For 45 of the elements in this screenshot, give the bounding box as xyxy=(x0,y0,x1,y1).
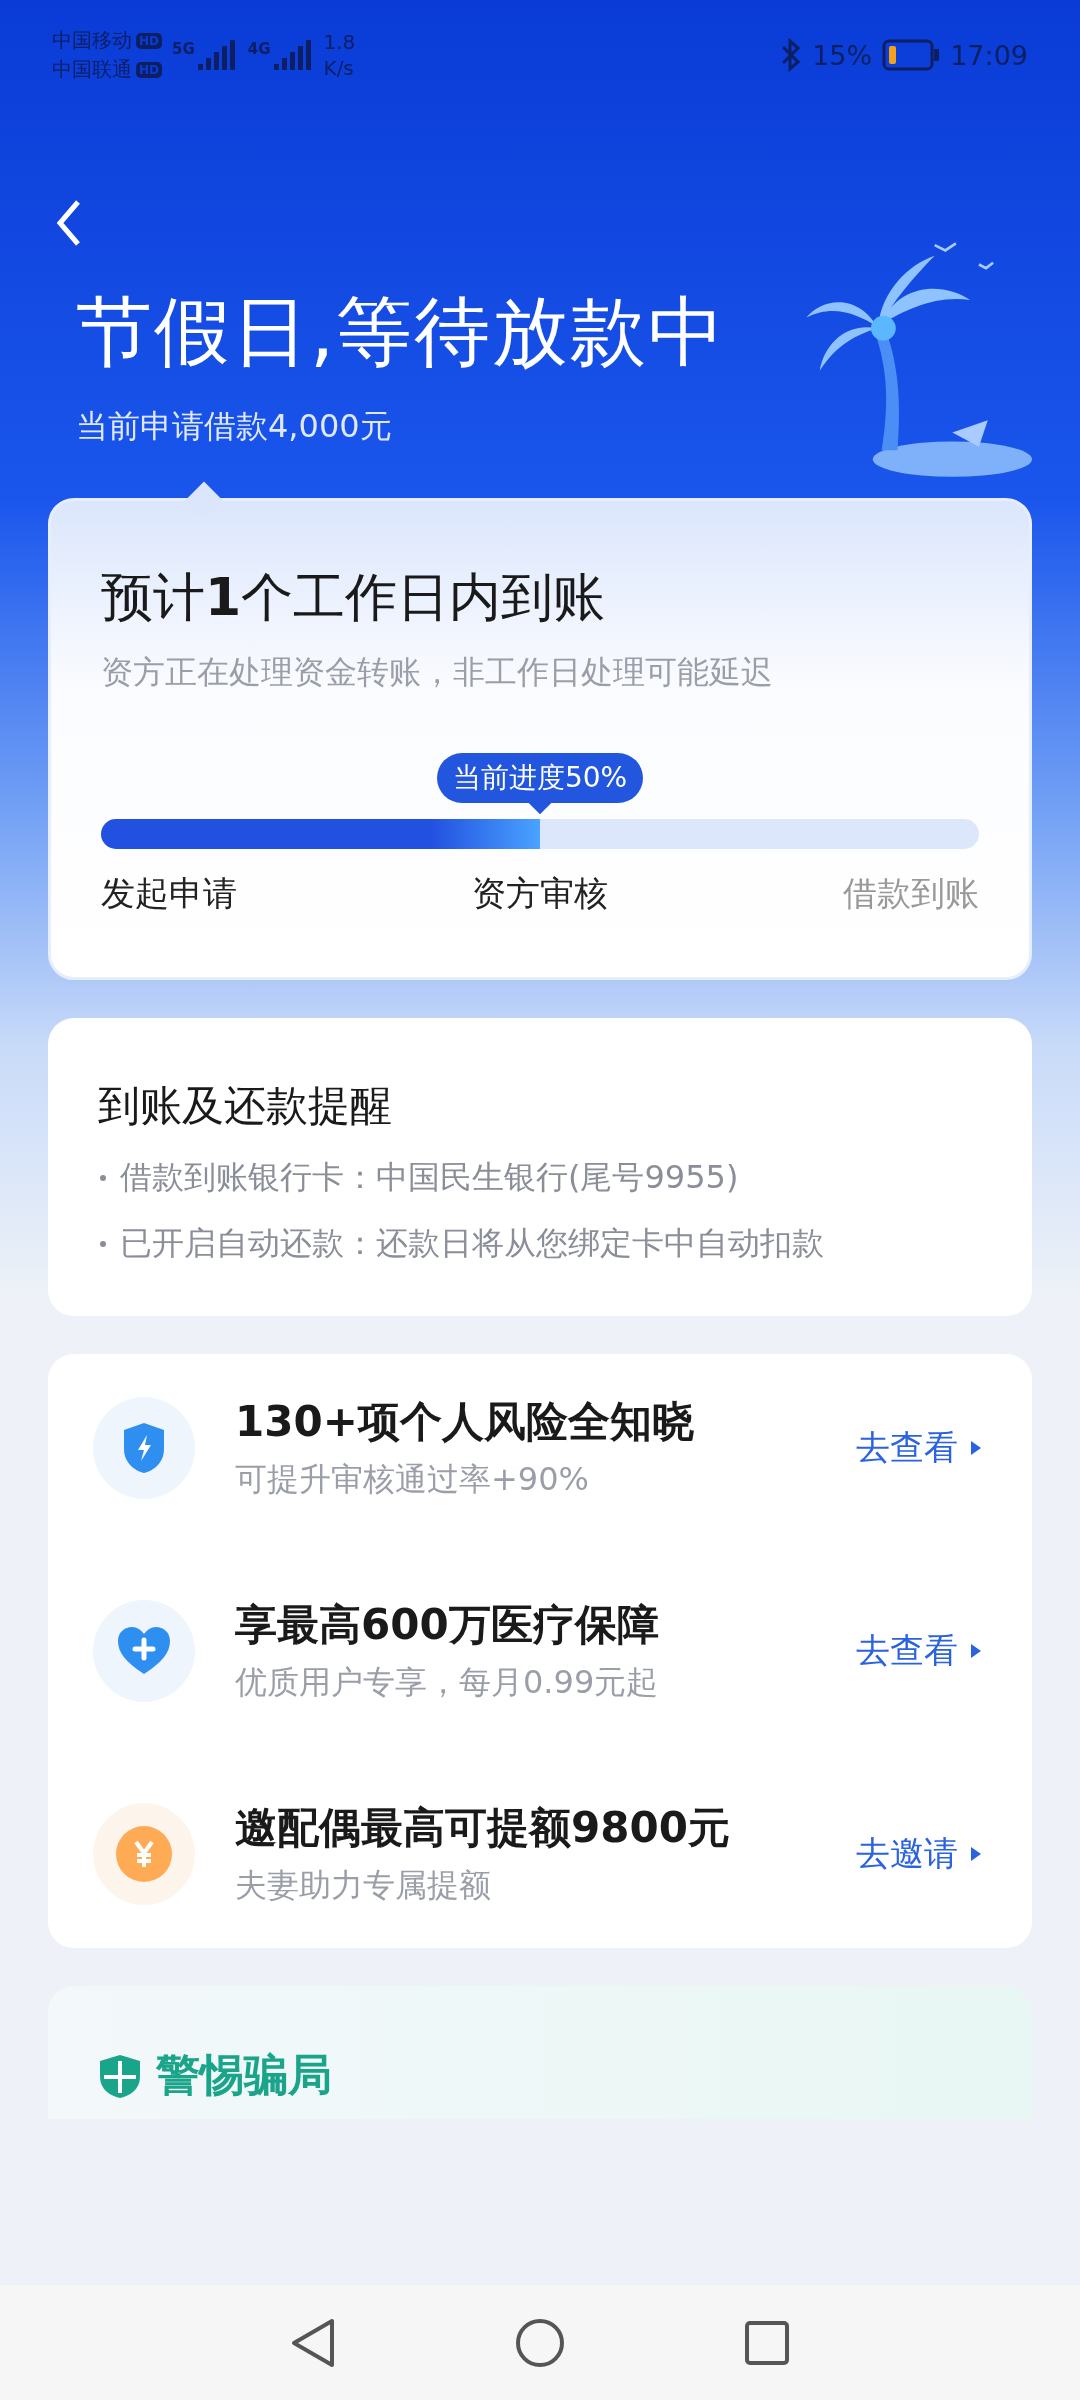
yen-coin-icon xyxy=(115,1825,173,1883)
network-type: 4G xyxy=(247,40,271,58)
arrival-estimate: 预计1个工作日内到账 xyxy=(101,566,607,629)
progress-step: 发起申请 xyxy=(101,871,237,917)
battery-percent: 15% xyxy=(812,39,873,71)
warning-title: 警惕骗局 xyxy=(156,2048,332,2102)
bullet-dot xyxy=(100,1175,106,1181)
signal-icon xyxy=(273,40,314,70)
progress-step: 借款到账 xyxy=(843,871,979,917)
caret-icon xyxy=(970,1643,982,1659)
network-speed: 1.8 xyxy=(323,30,356,54)
offer-subtitle: 优质用户专享，每月0.99元起 xyxy=(235,1662,660,1703)
page-title: 节假日,等待放款中 xyxy=(76,286,727,378)
reminder-item: 借款到账银行卡：中国民生银行(尾号9955) xyxy=(120,1157,739,1198)
offer-title: 享最高600万医疗保障 xyxy=(235,1599,660,1651)
offer-subtitle: 夫妻助力专属提额 xyxy=(235,1865,492,1906)
hd-badge: HD xyxy=(136,32,162,49)
offer-link[interactable]: 去查看 xyxy=(856,1628,982,1674)
carrier-name: 中国联通 xyxy=(52,56,132,83)
caret-icon xyxy=(970,1440,982,1456)
offer-link[interactable]: 去邀请 xyxy=(856,1831,982,1877)
home-icon[interactable] xyxy=(515,2317,565,2368)
clock: 17:09 xyxy=(950,39,1028,71)
shield-icon xyxy=(98,2052,142,2099)
signal-icon xyxy=(197,40,238,70)
recents-icon[interactable] xyxy=(744,2319,791,2366)
card-title: 到账及还款提醒 xyxy=(98,1080,393,1132)
progress-step: 资方审核 xyxy=(472,871,608,917)
loan-amount: 当前申请借款4,000元 xyxy=(76,406,393,447)
reminder-item: 已开启自动还款：还款日将从您绑定卡中自动扣款 xyxy=(120,1223,824,1264)
offer-subtitle: 可提升审核通过率+90% xyxy=(235,1459,590,1500)
bluetooth-icon xyxy=(780,38,803,72)
network-speed: K/s xyxy=(323,56,355,80)
offer-title: 130+项个人风险全知晓 xyxy=(235,1396,695,1448)
heart-plus-icon xyxy=(116,1626,172,1676)
hd-badge: HD xyxy=(136,61,162,78)
carrier-name: 中国移动 xyxy=(52,27,132,54)
back-icon[interactable] xyxy=(289,2316,336,2369)
battery-icon xyxy=(882,39,941,71)
caret-icon xyxy=(970,1846,982,1862)
offer-link[interactable]: 去查看 xyxy=(856,1425,982,1471)
offer-title: 邀配偶最高可提额9800元 xyxy=(235,1802,731,1854)
processing-note: 资方正在处理资金转账，非工作日处理可能延迟 xyxy=(101,652,774,693)
network-type: 5G xyxy=(172,40,195,58)
bullet-dot xyxy=(100,1241,106,1247)
